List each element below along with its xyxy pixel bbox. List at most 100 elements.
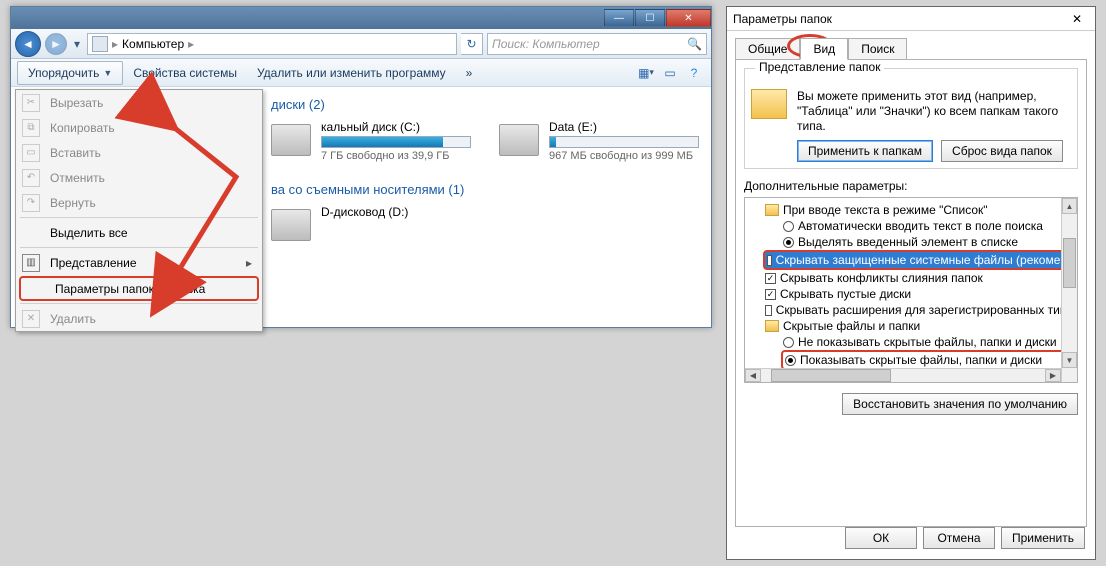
tree-radio[interactable]: Автоматически вводить текст в поле поиск… xyxy=(747,218,1075,234)
dialog-titlebar: Параметры папок ✕ xyxy=(727,7,1095,31)
refresh-button[interactable]: ↻ xyxy=(461,33,483,55)
apply-to-folders-button[interactable]: Применить к папкам xyxy=(797,140,933,162)
help-button[interactable]: ? xyxy=(683,62,705,84)
radio-icon xyxy=(783,237,794,248)
cancel-button[interactable]: Отмена xyxy=(923,527,995,549)
delete-icon: ✕ xyxy=(22,310,40,328)
maximize-button[interactable] xyxy=(635,9,665,27)
cut-icon: ✂ xyxy=(22,94,40,112)
drive-usage-bar xyxy=(321,136,471,148)
forward-button[interactable]: ► xyxy=(45,33,67,55)
tree-group: При вводе текста в режиме "Список" xyxy=(747,202,1075,218)
folder-icon xyxy=(751,89,787,119)
menu-item-layout[interactable]: ▥Представление▸ xyxy=(16,250,262,275)
tree-check[interactable]: Скрывать пустые диски xyxy=(747,286,1075,302)
titlebar xyxy=(11,7,711,29)
dvd-icon xyxy=(271,209,311,241)
reset-folders-button[interactable]: Сброс вида папок xyxy=(941,140,1063,162)
drive-item[interactable]: Data (E:) 967 МБ свободно из 999 МБ xyxy=(499,120,699,162)
preview-pane-button[interactable]: ▭ xyxy=(659,62,681,84)
back-button[interactable]: ◄ xyxy=(15,31,41,57)
section-removable: ва со съемными носителями (1) xyxy=(267,174,705,201)
menu-item-redo[interactable]: ↷Вернуть xyxy=(16,190,262,215)
system-properties-button[interactable]: Свойства системы xyxy=(123,62,247,84)
history-dropdown-icon[interactable]: ▾ xyxy=(71,33,83,55)
group-label: Представление папок xyxy=(755,60,884,74)
drive-item[interactable]: D-дисковод (D:) xyxy=(271,205,408,241)
toolbar: Упорядочить ▼ Свойства системы Удалить и… xyxy=(11,59,711,87)
minimize-button[interactable] xyxy=(604,9,634,27)
breadcrumb-sep-icon[interactable]: ▸ xyxy=(188,37,194,51)
drive-label: D-дисковод (D:) xyxy=(321,205,408,219)
hdd-icon xyxy=(499,124,539,156)
search-icon[interactable]: 🔍 xyxy=(687,37,702,51)
menu-item-paste[interactable]: ▭Вставить xyxy=(16,140,262,165)
tree-check-hide-protected[interactable]: Скрывать защищенные системные файлы (рек… xyxy=(763,250,1071,270)
tab-search[interactable]: Поиск xyxy=(848,38,907,60)
tab-general[interactable]: Общие xyxy=(735,38,800,60)
radio-icon xyxy=(783,337,794,348)
checkbox-icon xyxy=(765,305,772,316)
drive-item[interactable]: кальный диск (C:) 7 ГБ свободно из 39,9 … xyxy=(271,120,471,162)
advanced-label: Дополнительные параметры: xyxy=(744,179,1078,193)
dialog-button-row: ОК Отмена Применить xyxy=(845,527,1085,549)
scroll-left-button[interactable]: ◀ xyxy=(745,369,761,382)
drive-usage-bar xyxy=(549,136,699,148)
hdd-icon xyxy=(271,124,311,156)
menu-item-delete[interactable]: ✕Удалить xyxy=(16,306,262,331)
scroll-thumb[interactable] xyxy=(771,369,891,382)
checkbox-icon xyxy=(767,255,772,266)
horizontal-scrollbar[interactable]: ◀ ▶ xyxy=(745,368,1061,382)
advanced-settings-tree[interactable]: При вводе текста в режиме "Список" Автом… xyxy=(744,197,1078,383)
uninstall-button[interactable]: Удалить или изменить программу xyxy=(247,62,456,84)
redo-icon: ↷ xyxy=(22,194,40,212)
checkbox-icon xyxy=(765,289,776,300)
organize-button[interactable]: Упорядочить ▼ xyxy=(17,61,123,85)
tree-radio-show-hidden[interactable]: Показывать скрытые файлы, папки и диски xyxy=(781,350,1071,370)
menu-item-cut[interactable]: ✂Вырезать xyxy=(16,90,262,115)
view-mode-button[interactable]: ▦▾ xyxy=(635,62,657,84)
folder-views-group: Представление папок Вы можете применить … xyxy=(744,68,1078,169)
dialog-close-button[interactable]: ✕ xyxy=(1065,12,1089,26)
dialog-title: Параметры папок xyxy=(733,12,832,26)
scroll-thumb[interactable] xyxy=(1063,238,1076,288)
folder-icon xyxy=(765,204,779,216)
chevron-down-icon: ▼ xyxy=(103,68,112,78)
search-input[interactable]: Поиск: Компьютер 🔍 xyxy=(487,33,707,55)
tree-radio[interactable]: Не показывать скрытые файлы, папки и дис… xyxy=(747,334,1075,350)
menu-item-select-all[interactable]: Выделить все xyxy=(16,220,262,245)
menu-item-folder-options[interactable]: Параметры папок и поиска xyxy=(19,276,259,301)
folder-views-text: Вы можете применить этот вид (например, … xyxy=(797,89,1071,134)
tree-check[interactable]: Скрывать конфликты слияния папок xyxy=(747,270,1075,286)
toolbar-overflow-button[interactable]: » xyxy=(456,62,483,84)
search-placeholder: Поиск: Компьютер xyxy=(492,37,600,51)
scroll-right-button[interactable]: ▶ xyxy=(1045,369,1061,382)
scroll-up-button[interactable]: ▲ xyxy=(1062,198,1077,214)
tree-check[interactable]: Скрывать расширения для зарегистрированн… xyxy=(747,302,1075,318)
restore-defaults-button[interactable]: Восстановить значения по умолчанию xyxy=(842,393,1078,415)
folder-options-dialog: Параметры папок ✕ Общие Вид Поиск Предст… xyxy=(726,6,1096,560)
ok-button[interactable]: ОК xyxy=(845,527,917,549)
vertical-scrollbar[interactable]: ▲ ▼ xyxy=(1061,198,1077,382)
organize-menu: ✂Вырезать ⧉Копировать ▭Вставить ↶Отменит… xyxy=(15,89,263,332)
folder-icon xyxy=(765,320,779,332)
scroll-down-button[interactable]: ▼ xyxy=(1062,352,1077,368)
breadcrumb[interactable]: ▸ Компьютер ▸ xyxy=(87,33,457,55)
organize-label: Упорядочить xyxy=(28,66,99,80)
tree-radio[interactable]: Выделять введенный элемент в списке xyxy=(747,234,1075,250)
content-pane: диски (2) кальный диск (C:) 7 ГБ свободн… xyxy=(267,89,705,321)
copy-icon: ⧉ xyxy=(22,119,40,137)
breadcrumb-label[interactable]: Компьютер xyxy=(122,37,184,51)
close-button[interactable] xyxy=(666,9,711,27)
drive-label: Data (E:) xyxy=(549,120,699,134)
section-hard-disks: диски (2) xyxy=(267,89,705,116)
menu-item-undo[interactable]: ↶Отменить xyxy=(16,165,262,190)
computer-icon xyxy=(92,36,108,52)
tab-strip: Общие Вид Поиск xyxy=(727,31,1095,59)
tab-view[interactable]: Вид xyxy=(800,38,848,60)
layout-icon: ▥ xyxy=(22,254,40,272)
menu-item-copy[interactable]: ⧉Копировать xyxy=(16,115,262,140)
tree-group: Скрытые файлы и папки xyxy=(747,318,1075,334)
submenu-arrow-icon: ▸ xyxy=(246,256,252,270)
apply-button[interactable]: Применить xyxy=(1001,527,1085,549)
